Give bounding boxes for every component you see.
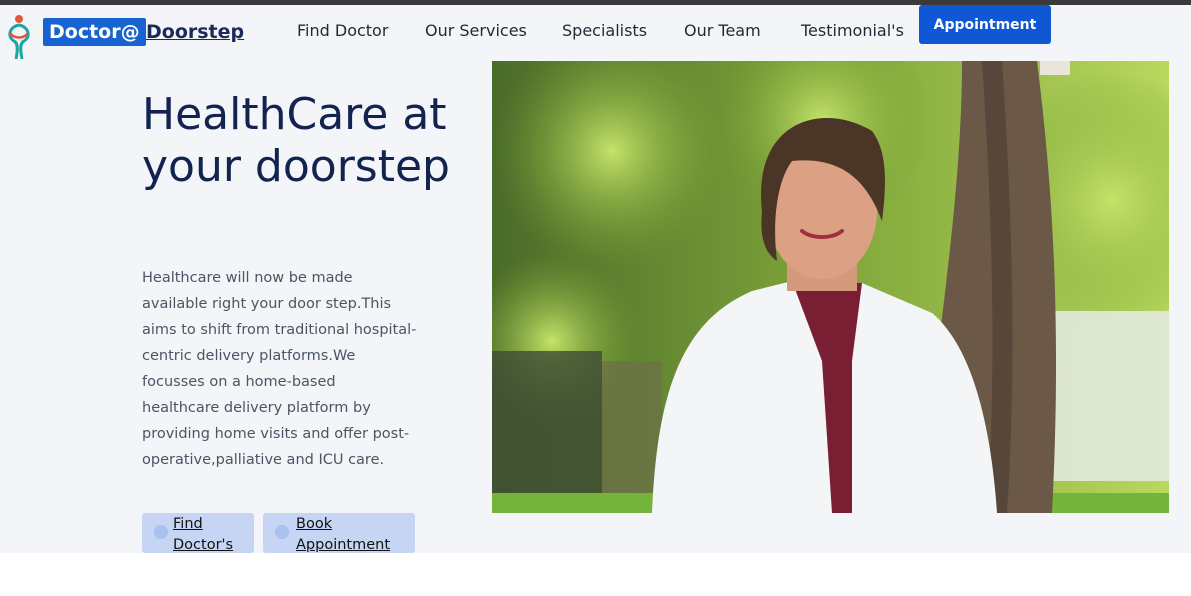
nav-our-services[interactable]: Our Services [425, 20, 527, 42]
navbar: Doctor@ Doorstep Find Doctor Our Service… [0, 5, 1191, 61]
button-dot-icon [275, 525, 289, 539]
brand-name[interactable]: Doorstep [146, 20, 244, 44]
find-doctors-button[interactable]: Find Doctor's [142, 513, 254, 553]
nav-specialists[interactable]: Specialists [562, 20, 647, 42]
logo-icon[interactable] [4, 13, 34, 63]
nav-our-team[interactable]: Our Team [684, 20, 761, 42]
book-appointment-label: Book Appointment [296, 516, 391, 553]
appointment-button[interactable]: Appointment [919, 5, 1051, 44]
hero-doctor-photo [492, 61, 1169, 513]
book-appointment-button[interactable]: Book Appointment [263, 513, 415, 553]
hero-section: HealthCare at your doorstep Healthcare w… [0, 61, 1191, 553]
nav-testimonials[interactable]: Testimonial's [801, 20, 904, 42]
button-dot-icon [154, 525, 168, 539]
brand-logo-box[interactable]: Doctor@ [43, 18, 146, 46]
nav-find-doctor[interactable]: Find Doctor [297, 20, 388, 42]
hero-headline: HealthCare at your doorstep [142, 89, 450, 192]
hero-description: Healthcare will now be made available ri… [142, 270, 417, 468]
find-doctors-label: Find Doctor's [173, 516, 234, 553]
